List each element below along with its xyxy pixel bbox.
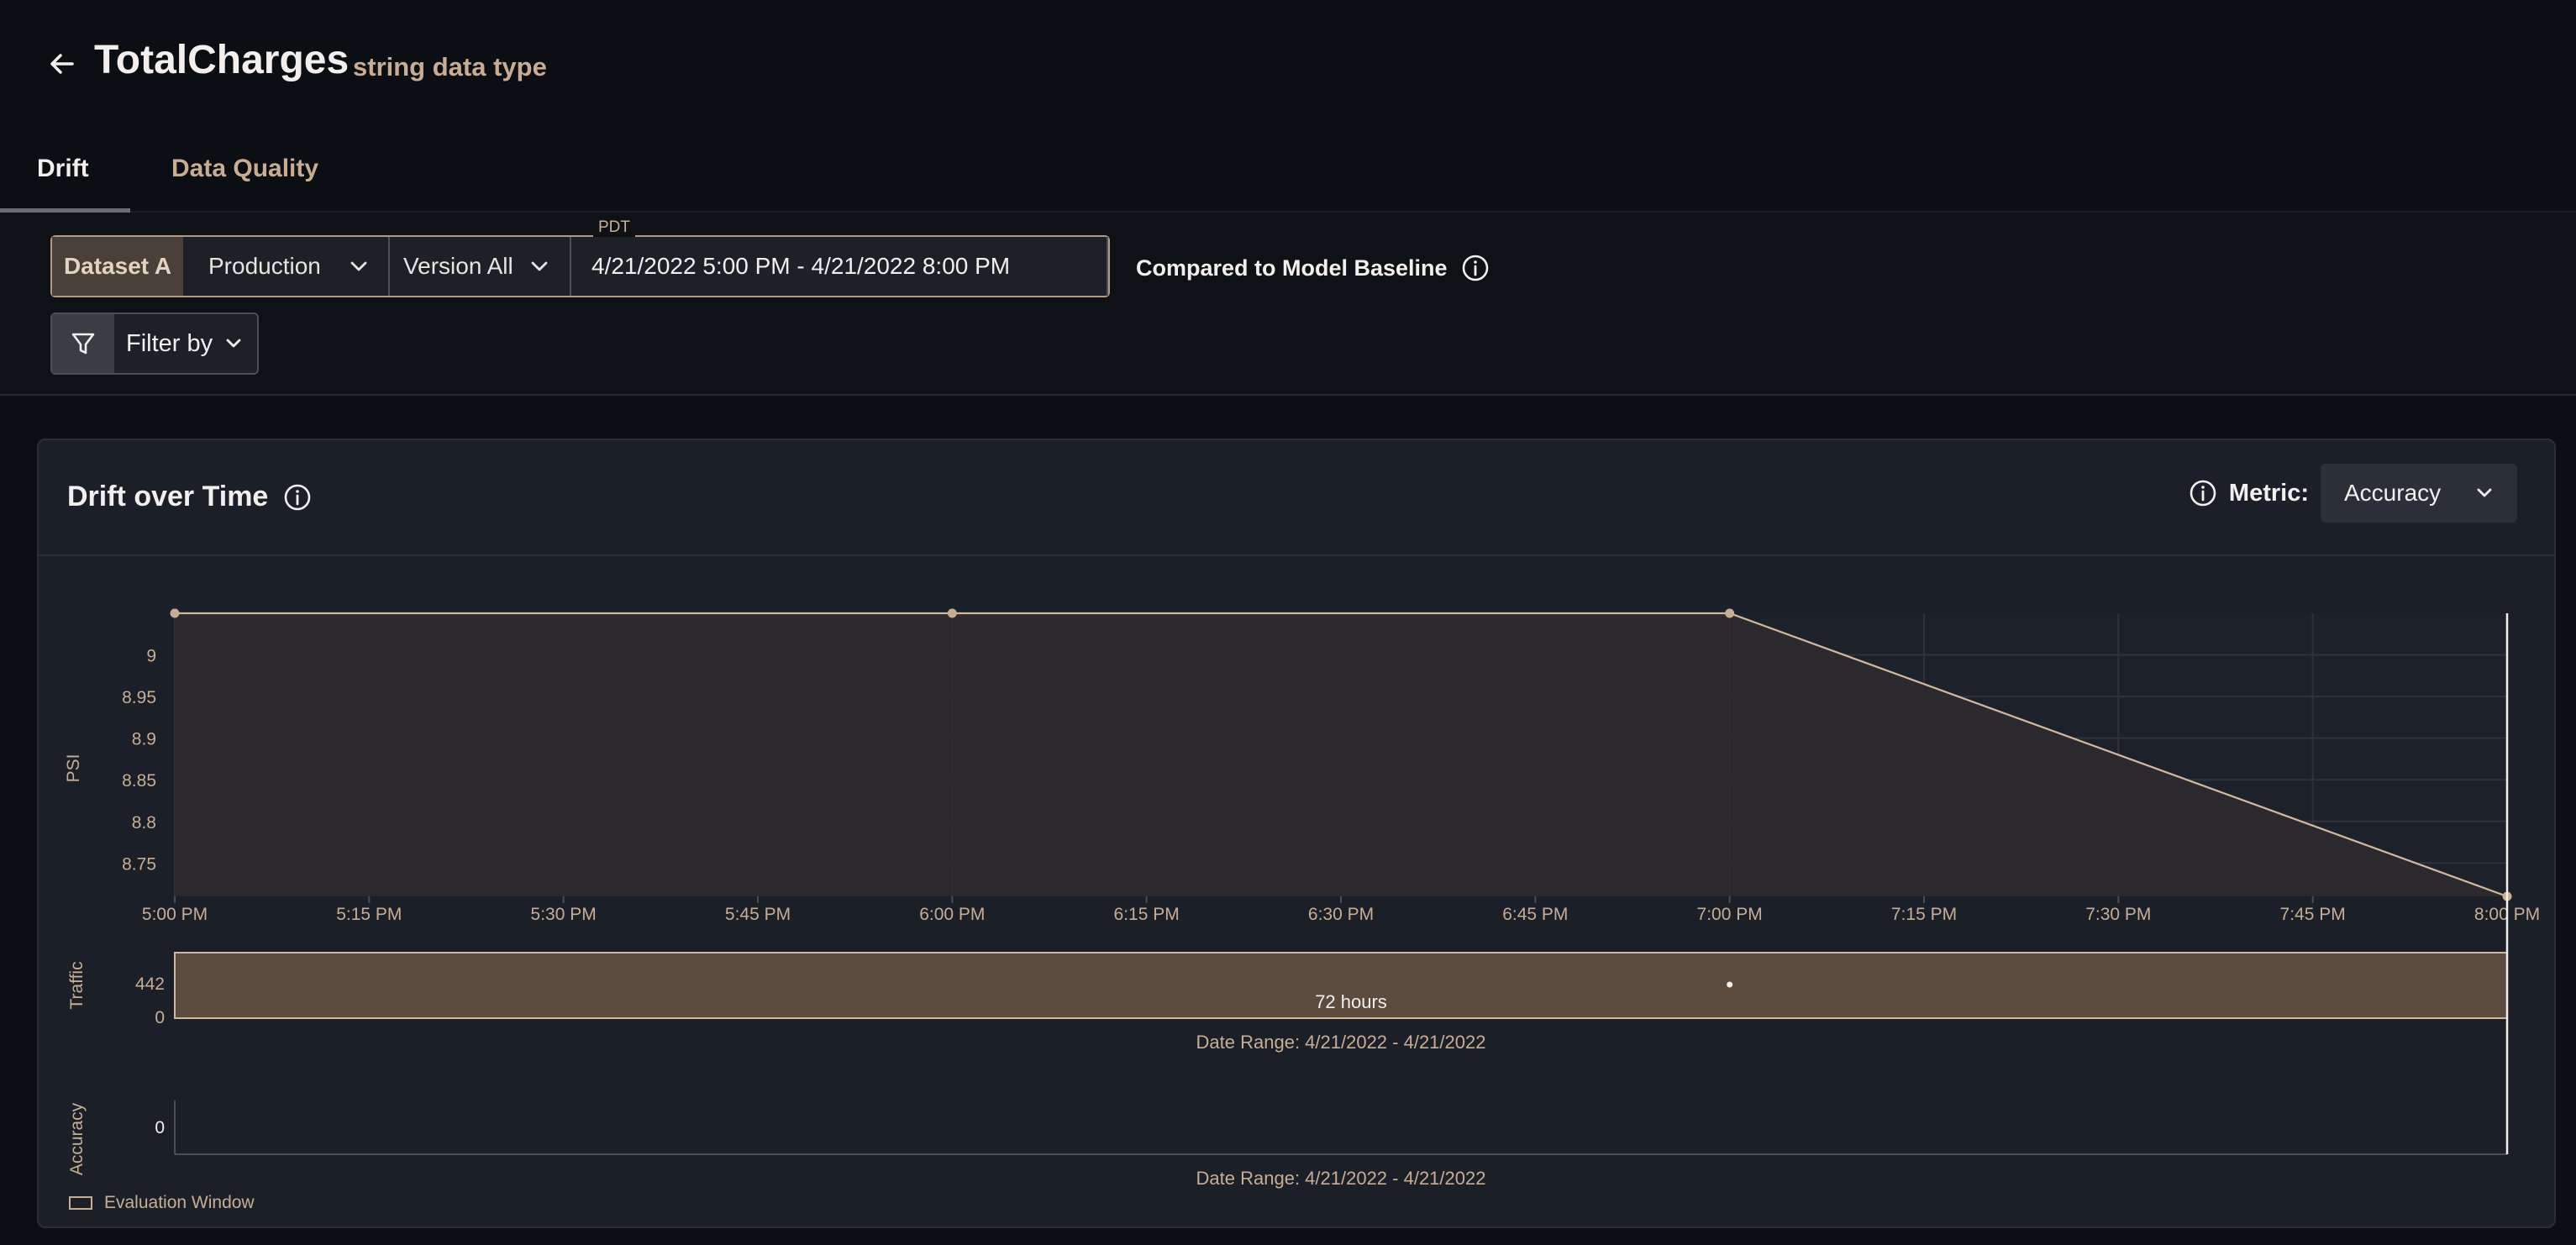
legend-label: Evaluation Window xyxy=(104,1193,255,1212)
version-dropdown[interactable]: Version All xyxy=(390,237,571,296)
date-range-picker[interactable]: PDT 4/21/2022 5:00 PM - 4/21/2022 8:00 P… xyxy=(571,218,1108,296)
environment-dropdown[interactable]: Production xyxy=(183,237,390,296)
y-tick-label: 8.95 xyxy=(122,688,156,707)
traffic-date-range: Date Range: 4/21/2022 - 4/21/2022 xyxy=(1196,1032,1486,1053)
x-tick-label: 6:30 PM xyxy=(1308,905,1374,924)
baseline-comparison: Compared to Model Baseline xyxy=(1136,254,1490,282)
accuracy-date-range: Date Range: 4/21/2022 - 4/21/2022 xyxy=(1196,1168,1486,1189)
page-header: TotalCharges string data type Drift Data… xyxy=(0,0,2576,213)
x-tick-label: 7:30 PM xyxy=(2085,905,2151,924)
environment-value: Production xyxy=(208,253,321,279)
x-tick-label: 5:15 PM xyxy=(336,905,402,924)
back-arrow-icon[interactable] xyxy=(45,47,79,81)
tab-drift[interactable]: Drift xyxy=(37,155,89,183)
traffic-axis-label: Traffic xyxy=(67,961,87,1009)
drift-over-time-card: Drift over Time Metric: Accuracy 8.75 8.8… xyxy=(37,439,2556,1228)
psi-point xyxy=(947,608,957,618)
filter-icon-box xyxy=(52,314,114,373)
x-tick-label: 6:00 PM xyxy=(919,905,985,924)
y-tick-label: 8.9 xyxy=(132,730,156,749)
tab-data-quality[interactable]: Data Quality xyxy=(171,155,318,183)
traffic-tick-label: 0 xyxy=(155,1008,165,1027)
filter-by-label: Filter by xyxy=(126,329,213,357)
data-type-label: string data type xyxy=(353,52,547,81)
x-tick-label: 7:45 PM xyxy=(2280,905,2346,924)
date-range-value: 4/21/2022 5:00 PM - 4/21/2022 8:00 PM xyxy=(591,253,1011,279)
y-tick-label: 8.75 xyxy=(122,854,156,874)
y-axis-label: PSI xyxy=(64,754,83,783)
x-tick-label: 5:30 PM xyxy=(531,905,597,924)
dataset-label: Dataset A xyxy=(52,237,183,296)
traffic-tick-label: 442 xyxy=(135,974,165,994)
version-value: Version All xyxy=(403,253,513,279)
x-tick-label: 5:45 PM xyxy=(725,905,791,924)
baseline-comparison-label: Compared to Model Baseline xyxy=(1136,255,1448,281)
filter-by-label-group: Filter by xyxy=(114,314,243,373)
accuracy-axis-label: Accuracy xyxy=(67,1102,87,1175)
y-tick-label: 8.8 xyxy=(132,813,156,833)
psi-point xyxy=(170,608,180,618)
x-tick-label: 5:00 PM xyxy=(142,905,208,924)
filter-by-button[interactable]: Filter by xyxy=(50,313,259,375)
accuracy-tick-label: 0 xyxy=(155,1118,165,1137)
info-icon[interactable] xyxy=(1461,254,1490,282)
y-tick-label: 9 xyxy=(146,647,156,666)
x-tick-label: 6:15 PM xyxy=(1114,905,1180,924)
page-title: TotalCharges xyxy=(94,38,350,82)
dataset-selector: Dataset A Production Version All PDT 4/2… xyxy=(50,218,1110,297)
x-tick-label: 7:15 PM xyxy=(1891,905,1957,924)
psi-point xyxy=(1725,608,1735,618)
y-tick-label: 8.85 xyxy=(122,771,156,791)
traffic-bar-label: 72 hours xyxy=(1315,991,1387,1012)
x-tick-label: 7:00 PM xyxy=(1697,905,1763,924)
timezone-label: PDT xyxy=(593,218,635,237)
legend: Evaluation Window xyxy=(69,1193,255,1213)
legend-swatch xyxy=(69,1196,92,1210)
traffic-marker xyxy=(1727,981,1733,988)
chevron-down-icon xyxy=(350,261,367,271)
filter-icon xyxy=(71,333,95,355)
drift-chart: 8.75 8.8 8.85 8.9 8.95 9 PSI 5:00 PM 5:15 PM 5:30… xyxy=(64,608,2540,1189)
chevron-down-icon xyxy=(226,339,241,348)
x-tick-label: 6:45 PM xyxy=(1502,905,1568,924)
chevron-down-icon xyxy=(531,261,548,271)
